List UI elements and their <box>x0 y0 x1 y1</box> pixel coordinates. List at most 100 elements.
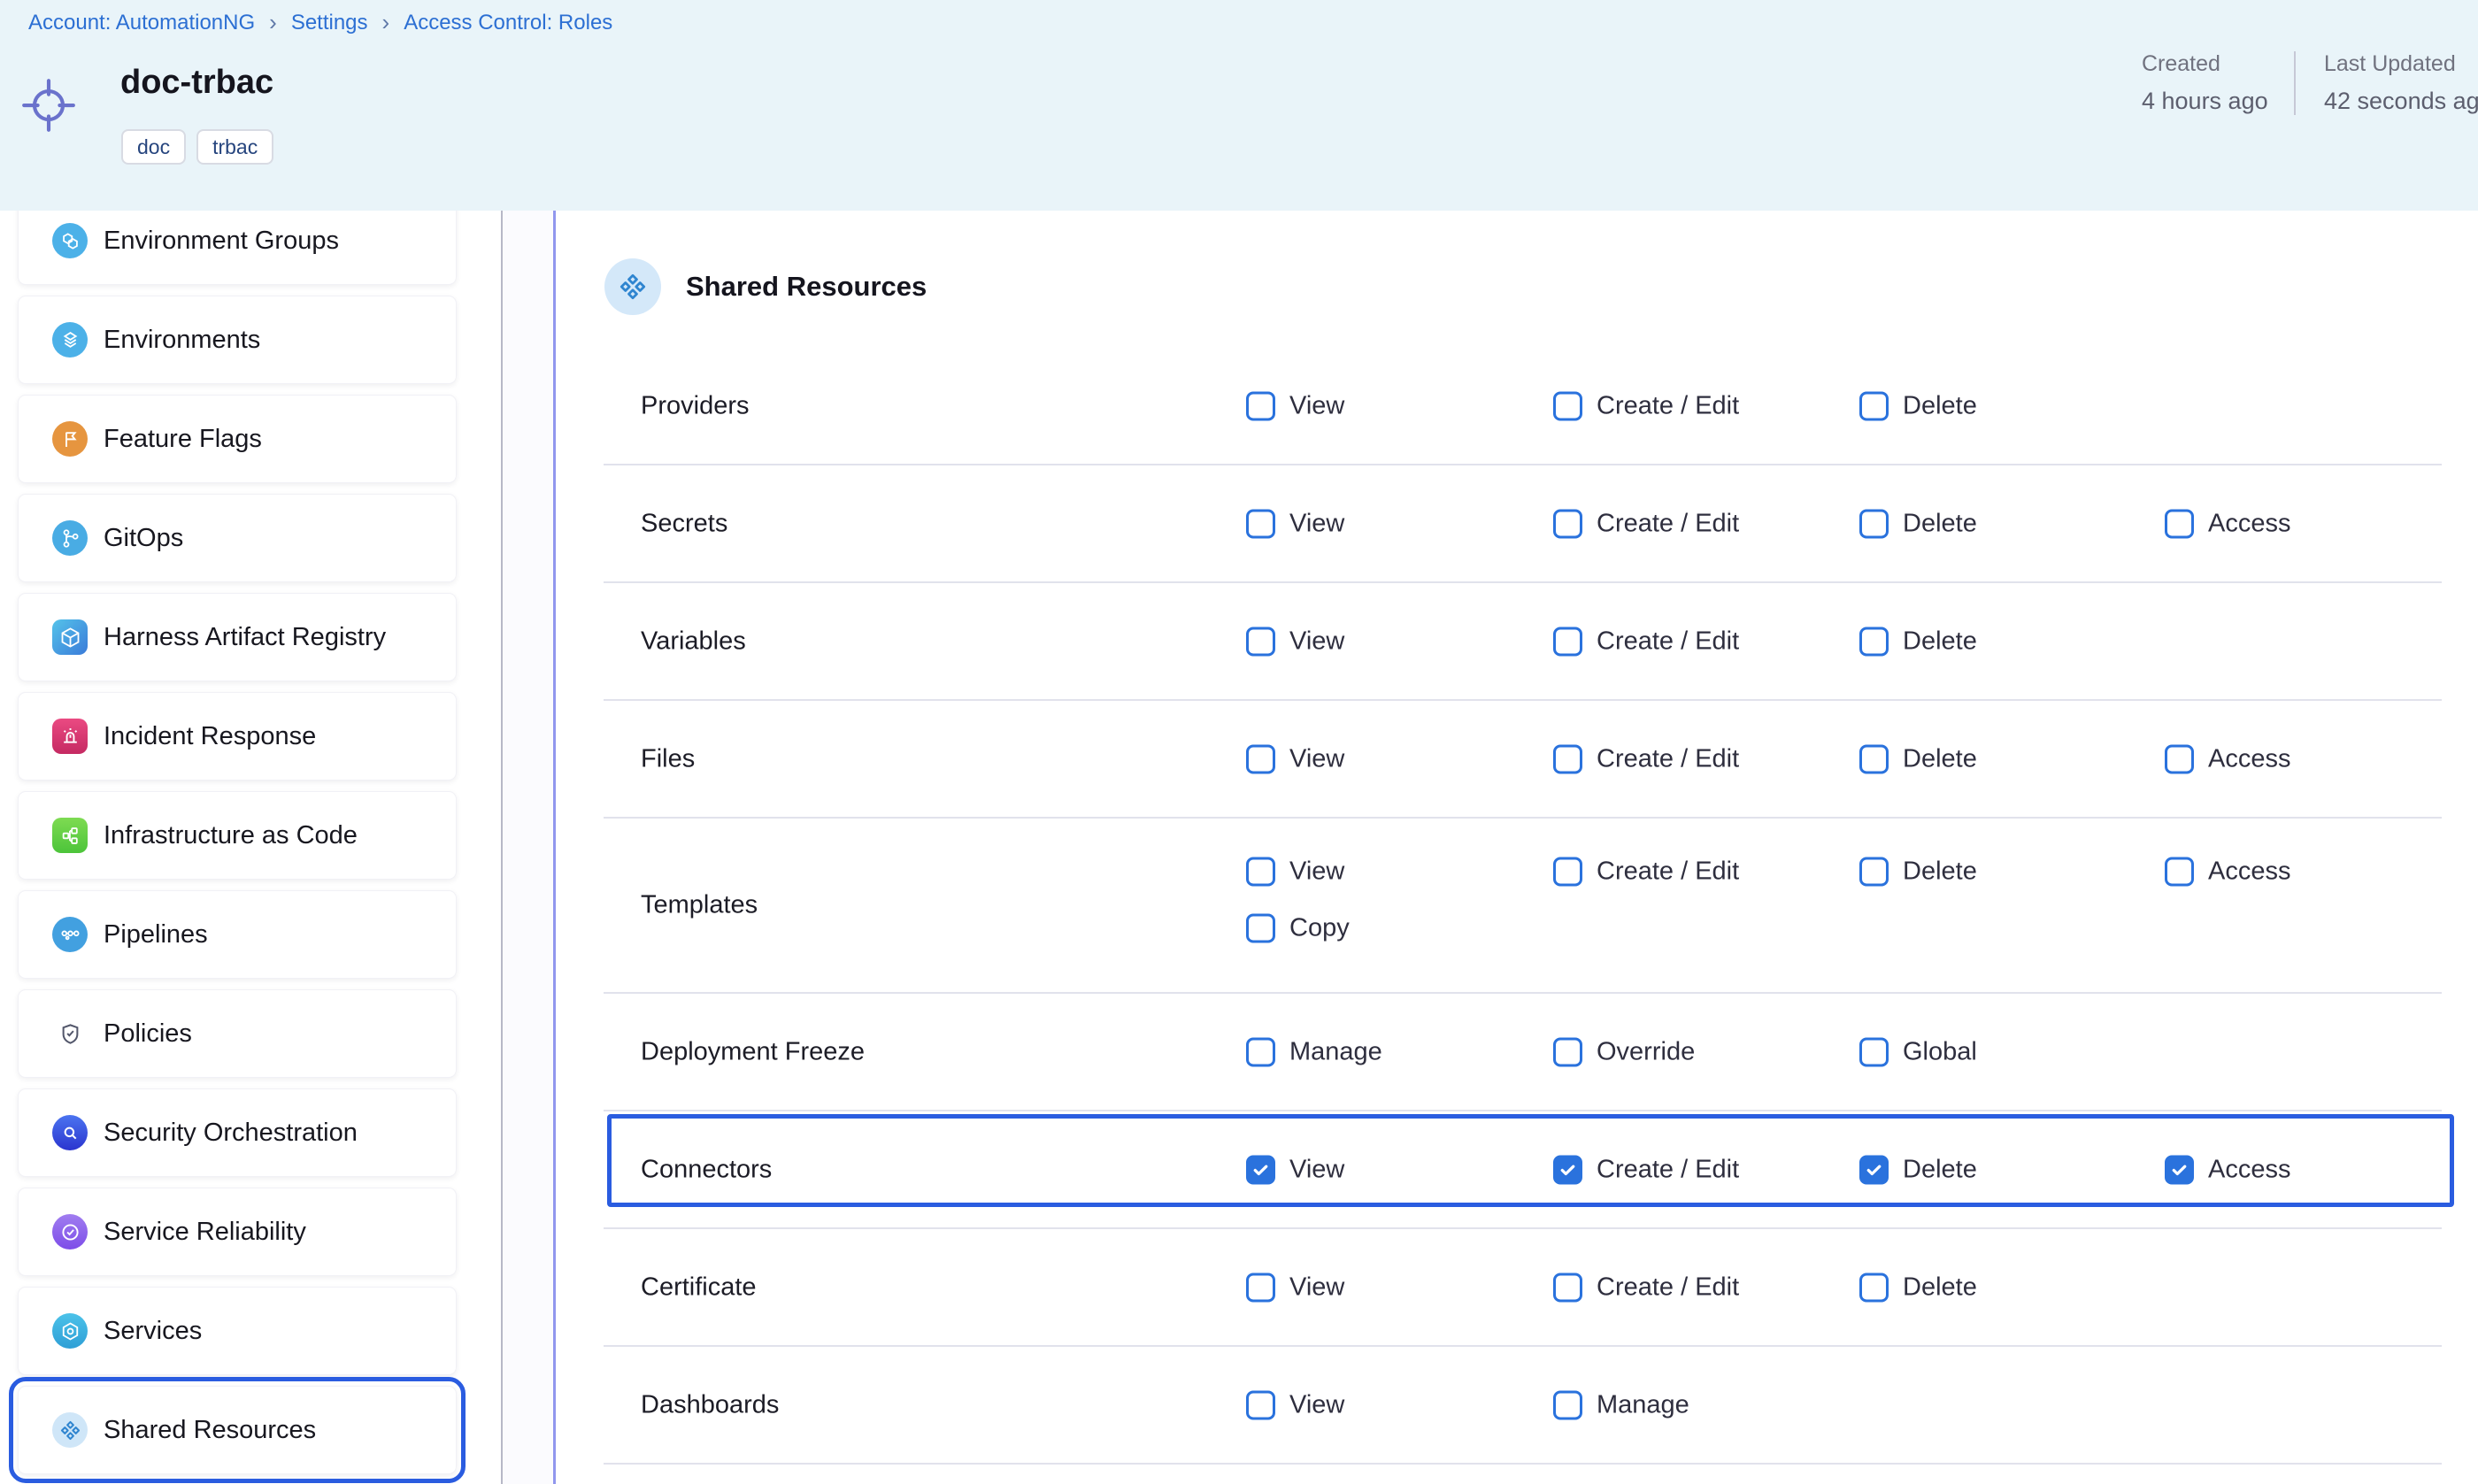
sidebar-item-harness-artifact-registry[interactable]: Harness Artifact Registry <box>18 593 457 681</box>
sidebar-item-incident-response[interactable]: Incident Response <box>18 692 457 780</box>
resource-name: Secrets <box>641 509 727 538</box>
sidebar-divider-rail <box>501 211 556 1484</box>
checkbox-files-access[interactable] <box>2165 744 2194 773</box>
sidebar-item-shared-resources[interactable]: Shared Resources <box>18 1386 457 1474</box>
permission-cell: View <box>1246 857 1344 887</box>
checkbox-templates-view[interactable] <box>1246 857 1275 887</box>
permission-cell: Create / Edit <box>1553 391 1739 420</box>
checkbox-templates-copy[interactable] <box>1246 914 1275 943</box>
resource-name: Certificate <box>641 1273 757 1302</box>
sidebar-item-environments[interactable]: Environments <box>18 296 457 384</box>
permission-row-dashboards: DashboardsViewManage <box>604 1347 2442 1465</box>
checkbox-secrets-delete[interactable] <box>1859 509 1889 538</box>
checkbox-label: Manage <box>1597 1390 1689 1419</box>
checkbox-label: Create / Edit <box>1597 509 1739 538</box>
services-icon <box>52 1313 88 1349</box>
resource-name: Files <box>641 744 695 773</box>
permission-cell: Delete <box>1859 744 1977 773</box>
sidebar-item-services[interactable]: Services <box>18 1287 457 1375</box>
checkbox-label: Create / Edit <box>1597 391 1739 420</box>
created-value: 4 hours ago <box>2142 88 2294 115</box>
checkbox-connectors-access[interactable] <box>2165 1155 2194 1184</box>
breadcrumb-access-control-link[interactable]: Access Control: Roles <box>404 11 612 35</box>
resource-name: Connectors <box>641 1155 772 1184</box>
checkbox-secrets-access[interactable] <box>2165 509 2194 538</box>
shared-resources-icon <box>52 1412 88 1448</box>
permission-cell: Delete <box>1859 627 1977 656</box>
sidebar-item-gitops[interactable]: GitOps <box>18 494 457 582</box>
checkbox-dashboards-view[interactable] <box>1246 1390 1275 1419</box>
incident-response-icon <box>52 719 88 754</box>
sidebar-item-service-reliability[interactable]: Service Reliability <box>18 1188 457 1276</box>
checkbox-label: Access <box>2208 857 2290 887</box>
checkbox-providers-delete[interactable] <box>1859 391 1889 420</box>
breadcrumb: Account: AutomationNG › Settings › Acces… <box>28 9 612 36</box>
sidebar-item-policies[interactable]: Policies <box>18 989 457 1078</box>
sidebar-item-label: Infrastructure as Code <box>104 821 358 850</box>
role-crosshair-icon <box>19 76 78 135</box>
checkbox-connectors-create-edit[interactable] <box>1553 1155 1582 1184</box>
sidebar-item-label: Service Reliability <box>104 1218 306 1247</box>
created-label: Created <box>2142 51 2294 77</box>
sidebar-item-label: Environments <box>104 326 260 355</box>
checkbox-label: View <box>1289 857 1344 887</box>
permission-cell: Global <box>1859 1037 1977 1066</box>
checkbox-deployment-freeze-global[interactable] <box>1859 1037 1889 1066</box>
checkbox-variables-delete[interactable] <box>1859 627 1889 656</box>
checkbox-label: Create / Edit <box>1597 1155 1739 1184</box>
sidebar-item-infrastructure-as-code[interactable]: Infrastructure as Code <box>18 791 457 880</box>
checkbox-label: Delete <box>1903 391 1977 420</box>
breadcrumb-settings-link[interactable]: Settings <box>291 11 368 35</box>
checkbox-providers-create-edit[interactable] <box>1553 391 1582 420</box>
sidebar-item-label: Services <box>104 1317 202 1346</box>
permission-row-partial <box>604 1465 2442 1484</box>
checkbox-providers-view[interactable] <box>1246 391 1275 420</box>
checkbox-label: Manage <box>1289 1037 1382 1066</box>
checkbox-connectors-delete[interactable] <box>1859 1155 1889 1184</box>
permission-cell: Access <box>2165 857 2290 887</box>
sidebar-item-feature-flags[interactable]: Feature Flags <box>18 395 457 483</box>
checkbox-secrets-view[interactable] <box>1246 509 1275 538</box>
sidebar-item-label: Security Orchestration <box>104 1119 358 1148</box>
checkbox-templates-delete[interactable] <box>1859 857 1889 887</box>
checkbox-templates-access[interactable] <box>2165 857 2194 887</box>
checkbox-connectors-view[interactable] <box>1246 1155 1275 1184</box>
permission-cell: Create / Edit <box>1553 1155 1739 1184</box>
sidebar-item-environment-groups[interactable]: Environment Groups <box>18 211 457 285</box>
resource-name: Variables <box>641 627 746 656</box>
tag-list: doc trbac <box>121 129 273 165</box>
feature-flags-icon <box>52 421 88 457</box>
section-title: Shared Resources <box>686 258 927 315</box>
checkbox-label: Access <box>2208 1155 2290 1184</box>
checkbox-files-create-edit[interactable] <box>1553 744 1582 773</box>
checkbox-label: Create / Edit <box>1597 627 1739 656</box>
checkbox-deployment-freeze-override[interactable] <box>1553 1037 1582 1066</box>
checkbox-certificate-delete[interactable] <box>1859 1273 1889 1302</box>
checkbox-label: View <box>1289 1273 1344 1302</box>
checkbox-label: View <box>1289 744 1344 773</box>
permission-cell: Create / Edit <box>1553 744 1739 773</box>
checkbox-templates-create-edit[interactable] <box>1553 857 1582 887</box>
sidebar-item-label: Feature Flags <box>104 425 262 454</box>
checkbox-certificate-create-edit[interactable] <box>1553 1273 1582 1302</box>
shared-resources-icon <box>604 258 661 315</box>
permission-cell: Copy <box>1246 914 1350 943</box>
checkbox-files-view[interactable] <box>1246 744 1275 773</box>
checkbox-deployment-freeze-manage[interactable] <box>1246 1037 1275 1066</box>
checkbox-label: View <box>1289 1155 1344 1184</box>
checkbox-secrets-create-edit[interactable] <box>1553 509 1582 538</box>
sidebar-item-pipelines[interactable]: Pipelines <box>18 890 457 979</box>
sidebar-item-security-orchestration[interactable]: Security Orchestration <box>18 1088 457 1177</box>
checkbox-variables-create-edit[interactable] <box>1553 627 1582 656</box>
permission-row-connectors: ConnectorsViewCreate / EditDeleteAccess <box>604 1111 2442 1229</box>
resource-name: Templates <box>641 891 758 920</box>
checkbox-files-delete[interactable] <box>1859 744 1889 773</box>
checkbox-label: Create / Edit <box>1597 1273 1739 1302</box>
breadcrumb-account-link[interactable]: Account: AutomationNG <box>28 11 255 35</box>
tag-doc: doc <box>121 129 186 165</box>
checkbox-variables-view[interactable] <box>1246 627 1275 656</box>
checkbox-dashboards-manage[interactable] <box>1553 1390 1582 1419</box>
resource-name: Deployment Freeze <box>641 1037 865 1066</box>
checkbox-certificate-view[interactable] <box>1246 1273 1275 1302</box>
service-reliability-icon <box>52 1214 88 1249</box>
